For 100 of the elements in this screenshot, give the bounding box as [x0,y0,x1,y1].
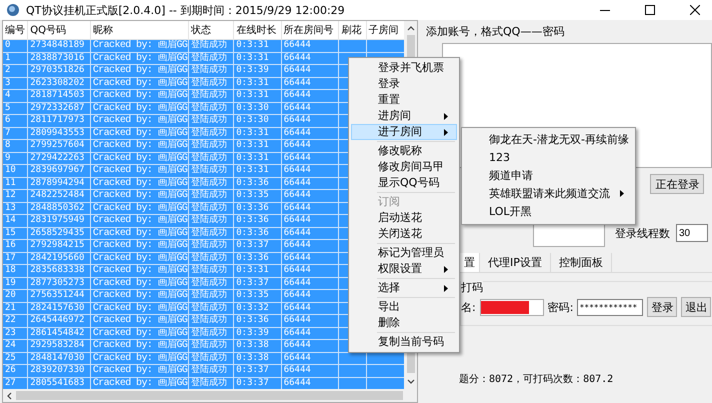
table-cell: 6 [3,114,28,127]
table-cell: Cracked by: 画眉GG [90,190,188,202]
menu-item[interactable]: LOL开黑 [464,203,633,221]
balance-text: 题分：8072，可打码次数：807.2 [459,372,614,386]
table-cell: 66444 [281,164,339,177]
menu-item[interactable]: 御龙在天-潜龙无双-再续前缘 [464,131,633,149]
table-cell: 0:3:37 [234,364,282,377]
table-cell: Cracked by: 画眉GG [90,164,188,177]
table-cell: Cracked by: 画眉GG [90,240,188,252]
table-cell: 2839697967 [28,164,90,177]
table-cell: 20 [3,290,28,302]
table-cell: Cracked by: 画眉GG [90,64,188,77]
tab[interactable]: 置 [460,253,480,272]
table-cell: 登陆成功 [188,364,234,377]
table-cell: 0:3:31 [234,264,282,277]
table-cell: 66444 [281,290,339,302]
column-header[interactable]: 状态 [188,21,234,40]
table-cell: 0:3:35 [234,290,282,302]
table-cell: 16 [3,240,28,252]
table-cell: 2792984215 [28,240,90,252]
button[interactable]: 退出 [681,297,712,317]
table-cell: 2929583284 [28,340,90,352]
column-header[interactable]: 编号 [3,21,28,40]
table-cell: 24 [3,340,28,352]
table-cell: 66444 [281,364,339,377]
button[interactable]: 登录 [647,297,678,317]
table-cell: 0:3:35 [234,190,282,202]
table-cell: Cracked by: 画眉GG [90,290,188,302]
table-cell: 66444 [281,40,339,52]
column-header[interactable]: 在线时长 [234,21,282,40]
table-cell: Cracked by: 画眉GG [90,340,188,352]
menu-item[interactable]: 进子房间 [351,124,457,140]
table-cell: 2811717973 [28,114,90,127]
table-cell: 2970351826 [28,64,90,77]
table-cell: 66444 [281,64,339,77]
threads-input[interactable]: 30 [676,224,708,242]
table-cell: 66444 [281,240,339,252]
table-cell: 登陆成功 [188,140,234,152]
table-cell: 0:3:37 [234,240,282,252]
table-cell: 登陆成功 [188,314,234,327]
table-cell: 登陆成功 [188,190,234,202]
table-cell: Cracked by: 画眉GG [90,314,188,327]
menu-item[interactable]: 英雄联盟请来此频道交流 [464,185,633,203]
account-label: 添加账号，格式QQ——密码 [426,24,566,39]
table-cell: 66444 [281,90,339,102]
group-title: 打码 [461,280,483,295]
table-cell: 2 [3,64,28,77]
table-cell: 0:3:38 [234,340,282,352]
table-cell: 66444 [281,314,339,327]
column-header[interactable]: 所在房间号 [281,21,339,40]
table-cell: 0:3:30 [234,114,282,127]
table-cell: 4 [3,90,28,102]
menu-item[interactable]: 123 [464,149,633,167]
table-cell: Cracked by: 画眉GG [90,214,188,227]
password-input[interactable]: ************ [577,298,644,316]
threads-label: 登录线程数 [615,226,670,240]
table-cell: 0:3:31 [234,40,282,52]
table-cell: 0:3:31 [234,164,282,177]
table-cell: 2482252484 [28,190,90,202]
table-cell: 2831975949 [28,214,90,227]
table-cell: 登陆成功 [188,264,234,277]
column-header[interactable]: 子房间 [366,21,404,40]
menu-item[interactable]: 频道申请 [464,167,633,185]
table-cell: 2734848189 [28,40,90,52]
column-header[interactable]: 刷花 [338,21,366,40]
username-label: 名: [461,300,476,314]
table-cell: 0:3:39 [234,64,282,77]
table-cell: Cracked by: 画眉GG [90,90,188,102]
table-cell: 登陆成功 [188,214,234,227]
table-cell: 登陆成功 [188,64,234,77]
table-cell: 66444 [281,264,339,277]
table-cell: 登陆成功 [188,290,234,302]
tab[interactable]: 控制面板 [550,253,612,272]
table-cell: 12 [3,190,28,202]
table-cell: Cracked by: 画眉GG [90,264,188,277]
password-label: 密码: [548,300,574,314]
table-cell: 登陆成功 [188,164,234,177]
table-cell: 66444 [281,114,339,127]
table-cell: 2818714503 [28,90,90,102]
table-cell: 登陆成功 [188,90,234,102]
table-cell: 0 [3,40,28,52]
table-cell: 2835683338 [28,264,90,277]
table-cell: 66444 [281,140,339,152]
column-header[interactable]: QQ号码 [28,21,90,40]
table-cell: 8 [3,140,28,152]
login-status-button[interactable]: 正在登录 [650,174,704,194]
column-header[interactable]: 昵称 [90,21,188,40]
table-cell: 2799257604 [28,140,90,152]
table-cell: 18 [3,264,28,277]
window-title: QT协议挂机正式版[2.0.4.0] -- 到期时间：2015/9/29 12:00:29 [26,2,345,18]
table-cell: 22 [3,314,28,327]
tab[interactable]: 代理IP设置 [480,253,551,272]
table-cell: Cracked by: 画眉GG [90,140,188,152]
table-cell: 0:3:36 [234,214,282,227]
table-cell: 10 [3,164,28,177]
table-cell: 14 [3,214,28,227]
table-cell: 0:3:36 [234,314,282,327]
table-cell: 登陆成功 [188,340,234,352]
table-cell: 登陆成功 [188,240,234,252]
table-cell: 登陆成功 [188,114,234,127]
